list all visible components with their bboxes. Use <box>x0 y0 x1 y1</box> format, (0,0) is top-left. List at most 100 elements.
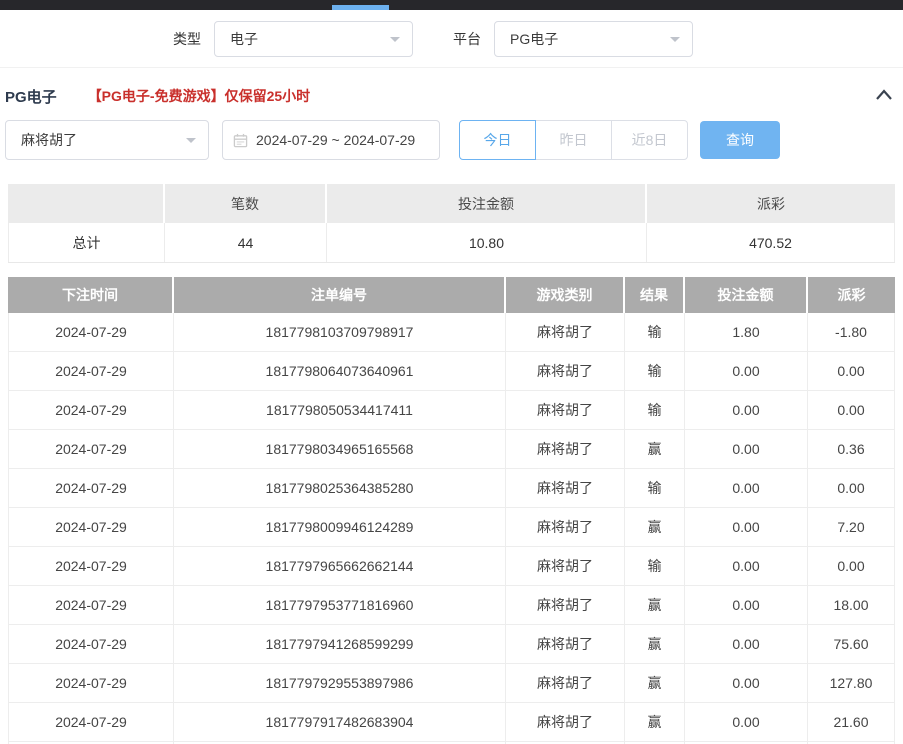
cell-bet-amount: 0.00 <box>685 391 808 429</box>
cell-bet-time: 2024-07-29 <box>8 547 174 585</box>
chevron-up-icon <box>875 88 893 101</box>
quick-button-yesterday[interactable]: 昨日 <box>535 120 612 160</box>
collapse-section-button[interactable] <box>875 88 893 101</box>
cell-result: 赢 <box>625 625 685 663</box>
cell-game-type: 麻将胡了 <box>506 625 625 663</box>
cell-bet-time: 2024-07-29 <box>8 469 174 507</box>
header-result: 结果 <box>625 277 685 313</box>
summary-total-payout: 470.52 <box>647 223 895 262</box>
cell-bet-no: 1817798050534417411 <box>174 391 506 429</box>
cell-bet-no: 1817798103709798917 <box>174 313 506 351</box>
calendar-icon <box>233 133 248 148</box>
game-select-value: 麻将胡了 <box>21 130 77 150</box>
cell-payout: 0.00 <box>808 547 895 585</box>
type-select[interactable]: 电子 <box>214 21 413 57</box>
cell-bet-amount: 0.00 <box>685 547 808 585</box>
cell-result: 赢 <box>625 508 685 546</box>
cell-payout: 7.20 <box>808 508 895 546</box>
cell-game-type: 麻将胡了 <box>506 586 625 624</box>
date-range-value: 2024-07-29 ~ 2024-07-29 <box>256 132 415 148</box>
cell-game-type: 麻将胡了 <box>506 430 625 468</box>
cell-bet-no: 1817798025364385280 <box>174 469 506 507</box>
cell-result: 输 <box>625 547 685 585</box>
global-filter-bar: 类型 电子 平台 PG电子 <box>0 10 903 68</box>
section-header: PG电子 【PG电子-免费游戏】仅保留25小时 <box>0 68 903 108</box>
cell-payout: 21.60 <box>808 703 895 741</box>
quick-button-last8days[interactable]: 近8日 <box>611 120 688 160</box>
summary-total-label: 总计 <box>8 223 165 262</box>
type-label: 类型 <box>173 29 201 49</box>
header-game-type: 游戏类别 <box>506 277 625 313</box>
table-row: 2024-07-291817797929553897986麻将胡了赢0.0012… <box>8 664 895 703</box>
quick-date-button-group: 今日昨日近8日 <box>459 120 688 160</box>
cell-game-type: 麻将胡了 <box>506 703 625 741</box>
cell-result: 输 <box>625 469 685 507</box>
cell-game-type: 麻将胡了 <box>506 313 625 351</box>
section-title: PG电子 <box>5 86 57 107</box>
table-row: 2024-07-291817798025364385280麻将胡了输0.000.… <box>8 469 895 508</box>
table-row: 2024-07-291817797941268599299麻将胡了赢0.0075… <box>8 625 895 664</box>
cell-bet-amount: 0.00 <box>685 352 808 390</box>
summary-table: 笔数 投注金额 派彩 总计 44 10.80 470.52 <box>8 184 895 263</box>
cell-payout: 127.80 <box>808 664 895 702</box>
header-bet-time: 下注时间 <box>8 277 174 313</box>
cell-result: 输 <box>625 391 685 429</box>
quick-button-today[interactable]: 今日 <box>459 120 536 160</box>
cell-bet-no: 1817798034965165568 <box>174 430 506 468</box>
cell-bet-time: 2024-07-29 <box>8 352 174 390</box>
cell-game-type: 麻将胡了 <box>506 469 625 507</box>
summary-total-row: 总计 44 10.80 470.52 <box>8 223 895 263</box>
cell-bet-time: 2024-07-29 <box>8 313 174 351</box>
cell-bet-no: 1817797929553897986 <box>174 664 506 702</box>
table-row: 2024-07-291817797965662662144麻将胡了输0.000.… <box>8 547 895 586</box>
summary-header-blank <box>8 184 165 223</box>
cell-result: 赢 <box>625 664 685 702</box>
summary-total-bet-amount: 10.80 <box>327 223 647 262</box>
chevron-down-icon <box>670 37 680 42</box>
cell-bet-amount: 1.80 <box>685 313 808 351</box>
cell-payout: -1.80 <box>808 313 895 351</box>
platform-select[interactable]: PG电子 <box>494 21 693 57</box>
cell-payout: 0.00 <box>808 469 895 507</box>
date-range-input[interactable]: 2024-07-29 ~ 2024-07-29 <box>222 120 440 160</box>
cell-payout: 0.00 <box>808 352 895 390</box>
table-row: 2024-07-291817798034965165568麻将胡了赢0.000.… <box>8 430 895 469</box>
cell-bet-time: 2024-07-29 <box>8 391 174 429</box>
table-row: 2024-07-291817798050534417411麻将胡了输0.000.… <box>8 391 895 430</box>
cell-bet-no: 1817797965662662144 <box>174 547 506 585</box>
cell-game-type: 麻将胡了 <box>506 547 625 585</box>
chevron-down-icon <box>390 37 400 42</box>
cell-bet-time: 2024-07-29 <box>8 625 174 663</box>
game-select[interactable]: 麻将胡了 <box>5 120 209 160</box>
top-bar <box>0 0 903 10</box>
query-toolbar: 麻将胡了 2024-07-29 ~ 2024-07-29 今日昨日近8日 查询 <box>0 120 903 160</box>
cell-game-type: 麻将胡了 <box>506 664 625 702</box>
cell-bet-amount: 0.00 <box>685 508 808 546</box>
cell-result: 赢 <box>625 586 685 624</box>
cell-payout: 0.36 <box>808 430 895 468</box>
cell-game-type: 麻将胡了 <box>506 352 625 390</box>
type-select-value: 电子 <box>230 29 258 49</box>
cell-bet-no: 1817798064073640961 <box>174 352 506 390</box>
summary-header-payout: 派彩 <box>647 184 895 223</box>
bet-records-table: 下注时间 注单编号 游戏类别 结果 投注金额 派彩 2024-07-291817… <box>8 277 895 744</box>
bet-table-body: 2024-07-291817798103709798917麻将胡了输1.80-1… <box>8 313 895 744</box>
search-button[interactable]: 查询 <box>700 121 780 159</box>
cell-bet-amount: 0.00 <box>685 625 808 663</box>
summary-header-row: 笔数 投注金额 派彩 <box>8 184 895 223</box>
cell-payout: 18.00 <box>808 586 895 624</box>
cell-bet-time: 2024-07-29 <box>8 664 174 702</box>
cell-payout: 75.60 <box>808 625 895 663</box>
cell-result: 输 <box>625 352 685 390</box>
table-row: 2024-07-291817798064073640961麻将胡了输0.000.… <box>8 352 895 391</box>
platform-select-value: PG电子 <box>510 29 558 49</box>
cell-bet-time: 2024-07-29 <box>8 430 174 468</box>
bet-table-header-row: 下注时间 注单编号 游戏类别 结果 投注金额 派彩 <box>8 277 895 313</box>
chevron-down-icon <box>186 138 196 143</box>
tab-indicator <box>332 5 389 10</box>
cell-bet-no: 1817798009946124289 <box>174 508 506 546</box>
cell-bet-no: 1817797917482683904 <box>174 703 506 741</box>
header-bet-amount: 投注金额 <box>685 277 808 313</box>
cell-result: 赢 <box>625 703 685 741</box>
cell-bet-time: 2024-07-29 <box>8 586 174 624</box>
